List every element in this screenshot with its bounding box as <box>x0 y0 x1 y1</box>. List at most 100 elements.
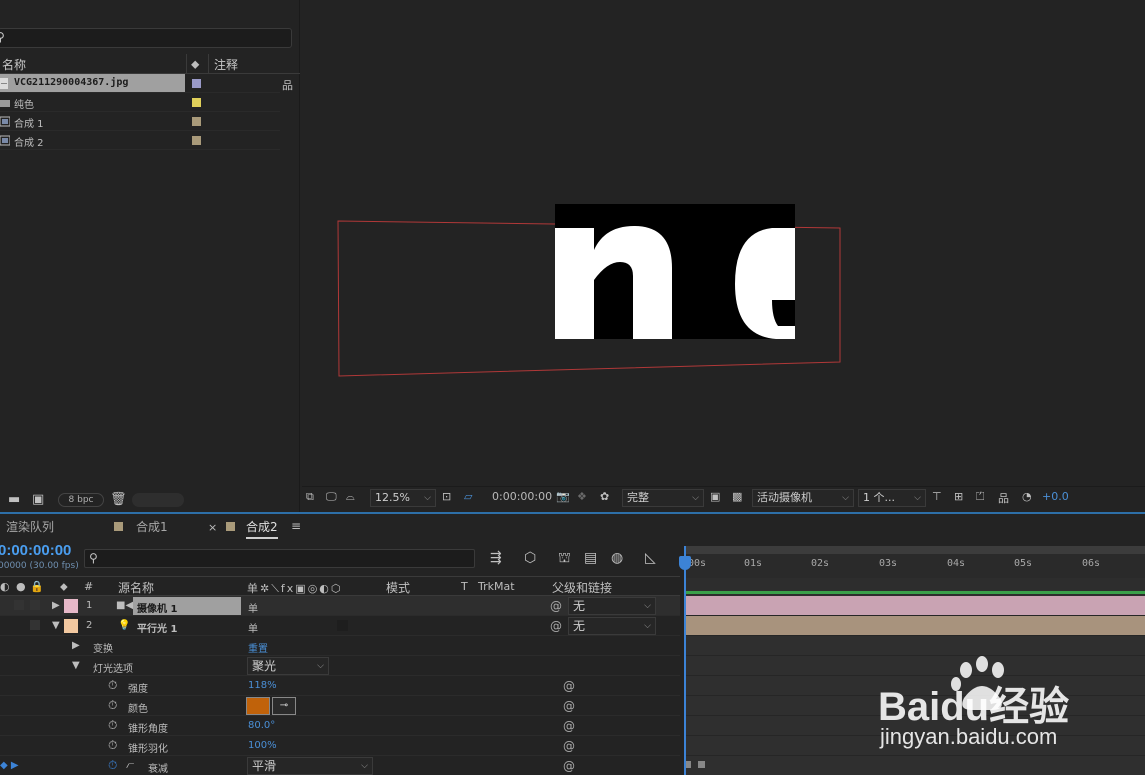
resolution-dropdown[interactable]: 完整 ⌵ <box>622 489 704 507</box>
monitor-icon[interactable]: 🖵 <box>326 490 337 504</box>
falloff-dropdown[interactable]: 平滑 ⌵ <box>247 757 373 775</box>
project-search-input[interactable]: ⚲ <box>0 28 292 48</box>
layer-row-camera[interactable]: ▶ 1 ■◀ 摄像机 1 单 @ 无 ⌵ <box>0 596 680 616</box>
reset-exposure-icon[interactable]: ◔ <box>1022 490 1032 503</box>
zoom-dropdown[interactable]: 12.5% ⌵ <box>370 489 436 507</box>
lock-icon[interactable]: 🔒 <box>30 580 44 593</box>
show-snapshot-icon[interactable]: ❖ <box>577 490 587 503</box>
column-comment-header[interactable]: 注释 <box>214 56 238 73</box>
label-color-swatch[interactable] <box>192 136 201 145</box>
pick-whip-icon[interactable]: @ <box>550 619 562 633</box>
pick-whip-icon[interactable]: @ <box>563 679 575 693</box>
layer-label-color[interactable] <box>64 599 78 613</box>
layer-row-light[interactable]: ▼ 2 💡 平行光 1 单 @ 无 ⌵ <box>0 616 680 636</box>
pick-whip-icon[interactable]: @ <box>550 599 562 613</box>
timeline-icon[interactable]: ⏍ <box>976 490 984 504</box>
always-preview-icon[interactable]: ⧉ <box>306 490 314 504</box>
menu-icon[interactable]: ≡ <box>291 519 301 533</box>
frame-blending-icon[interactable]: ▤ <box>584 550 597 566</box>
camera-dropdown[interactable]: 活动摄像机 ⌵ <box>752 489 854 507</box>
lock-toggle[interactable] <box>30 620 40 630</box>
property-light-options[interactable]: ▼ 灯光选项 聚光 ⌵ <box>0 656 680 676</box>
current-time[interactable]: 0:00:00:00 <box>0 542 71 559</box>
tab-render-queue[interactable]: 渲染队列 <box>6 518 54 535</box>
column-parent[interactable]: 父级和链接 <box>552 579 612 596</box>
motion-blur-icon[interactable]: ◍ <box>611 550 623 566</box>
views-dropdown[interactable]: 1 个... ⌵ <box>858 489 926 507</box>
property-color[interactable]: ⏱ 颜色 ⊸ @ <box>0 696 680 716</box>
label-color-swatch[interactable] <box>192 79 201 88</box>
column-name-header[interactable]: 名称 <box>2 56 26 73</box>
hierarchy-icon[interactable]: 品 <box>282 77 293 93</box>
trash-icon[interactable]: 🗑 <box>110 492 127 507</box>
snapshot-icon[interactable]: 📷 <box>556 490 570 503</box>
stopwatch-icon[interactable]: ⏱ <box>108 738 117 753</box>
viewer-timecode[interactable]: 0:00:00:00 <box>492 490 552 503</box>
property-intensity[interactable]: ⏱ 强度 118% @ <box>0 676 680 696</box>
new-composition-icon[interactable]: ▣ <box>32 492 44 507</box>
solo-toggle[interactable] <box>14 600 24 610</box>
transparency-grid-icon[interactable]: ▱ <box>464 490 472 503</box>
property-cone-feather[interactable]: ⏱ 锥形羽化 100% @ <box>0 736 680 756</box>
flowchart-icon[interactable]: 品 <box>998 490 1009 506</box>
layer-name[interactable]: 平行光 1 <box>137 620 177 635</box>
graph-icon[interactable]: ⦧ <box>126 760 134 771</box>
stopwatch-icon[interactable]: ⏱ <box>108 718 117 733</box>
fast-preview-icon[interactable]: ▣ <box>710 490 720 503</box>
tab-comp2[interactable]: 合成2 <box>246 518 278 539</box>
column-trkmat[interactable]: TrkMat <box>478 580 515 593</box>
checkerboard-icon[interactable]: ▩ <box>732 490 742 503</box>
column-mode[interactable]: 模式 <box>386 579 410 596</box>
light-type-dropdown[interactable]: 聚光 ⌵ <box>247 657 329 675</box>
light-layer-bar[interactable] <box>684 616 1145 636</box>
cone-feather-value[interactable]: 100% <box>248 740 277 751</box>
project-scrollbar[interactable] <box>132 493 184 507</box>
eyedropper-icon[interactable]: ⊸ <box>272 697 296 715</box>
expand-arrow-icon[interactable]: ▶ <box>72 640 80 651</box>
label-color-swatch[interactable] <box>192 98 201 107</box>
timeline-search-input[interactable]: ⚲ <box>84 549 475 568</box>
transform-reset-link[interactable]: 重置 <box>248 640 268 655</box>
new-folder-icon[interactable]: ▬ <box>8 492 20 507</box>
pick-whip-icon[interactable]: @ <box>563 699 575 713</box>
exposure-value[interactable]: +0.0 <box>1042 490 1069 503</box>
label-tag-icon[interactable]: ⬥ <box>60 580 68 594</box>
project-item[interactable]: VCG211290004367.jpg 品 <box>0 74 293 93</box>
keyframe-nav-icon[interactable]: ◆ ▶ <box>0 760 19 771</box>
stopwatch-icon[interactable]: ⏱ <box>108 698 117 713</box>
shy-switch[interactable]: 单 <box>248 600 258 615</box>
expand-arrow-icon[interactable]: ▶ <box>52 600 60 611</box>
current-time-indicator[interactable] <box>684 546 686 775</box>
region-of-interest-icon[interactable]: ⊡ <box>442 490 451 503</box>
label-color-swatch[interactable] <box>192 117 201 126</box>
light-color-swatch[interactable] <box>246 697 270 715</box>
hide-shy-layers-icon[interactable]: ⛫ <box>558 550 571 568</box>
parent-dropdown[interactable]: 无 ⌵ <box>568 597 656 615</box>
switches-icons[interactable]: 单✲⟍fx▣◎◐⬡ <box>247 580 343 596</box>
project-item[interactable]: 合成 1 <box>0 112 280 131</box>
pick-whip-icon[interactable]: @ <box>563 759 575 773</box>
stopwatch-icon[interactable]: ⏱ <box>108 758 117 773</box>
lock-toggle[interactable] <box>30 600 40 610</box>
keyframe-marker[interactable] <box>698 761 705 768</box>
close-icon[interactable]: × <box>208 521 217 534</box>
shy-switch[interactable]: 单 <box>248 620 258 635</box>
cone-angle-value[interactable]: 80.0° <box>248 720 275 731</box>
property-transform[interactable]: ▶ 变换 重置 <box>0 636 680 656</box>
layer-name[interactable]: 摄像机 1 <box>133 597 241 615</box>
property-falloff[interactable]: ◆ ▶ ⏱ ⦧ 衰减 平滑 ⌵ @ <box>0 756 680 775</box>
stopwatch-icon[interactable]: ⏱ <box>108 678 117 693</box>
label-tag-icon[interactable]: ⬥ <box>191 57 199 72</box>
playhead-handle[interactable] <box>679 556 691 570</box>
property-cone-angle[interactable]: ⏱ 锥形角度 80.0° @ <box>0 716 680 736</box>
pick-whip-icon[interactable]: @ <box>563 719 575 733</box>
bit-depth-button[interactable]: 8 bpc <box>58 493 104 507</box>
solo-icon[interactable]: ● <box>16 580 26 593</box>
work-area-bar[interactable] <box>684 546 1145 554</box>
3d-renderer-icon[interactable]: ⊞ <box>954 490 963 503</box>
project-item[interactable]: 纯色 <box>0 93 280 112</box>
mask-visibility-icon[interactable]: ⌓ <box>346 490 355 504</box>
intensity-value[interactable]: 118% <box>248 680 277 691</box>
column-number[interactable]: # <box>84 580 93 593</box>
collapse-arrow-icon[interactable]: ▼ <box>52 620 60 631</box>
